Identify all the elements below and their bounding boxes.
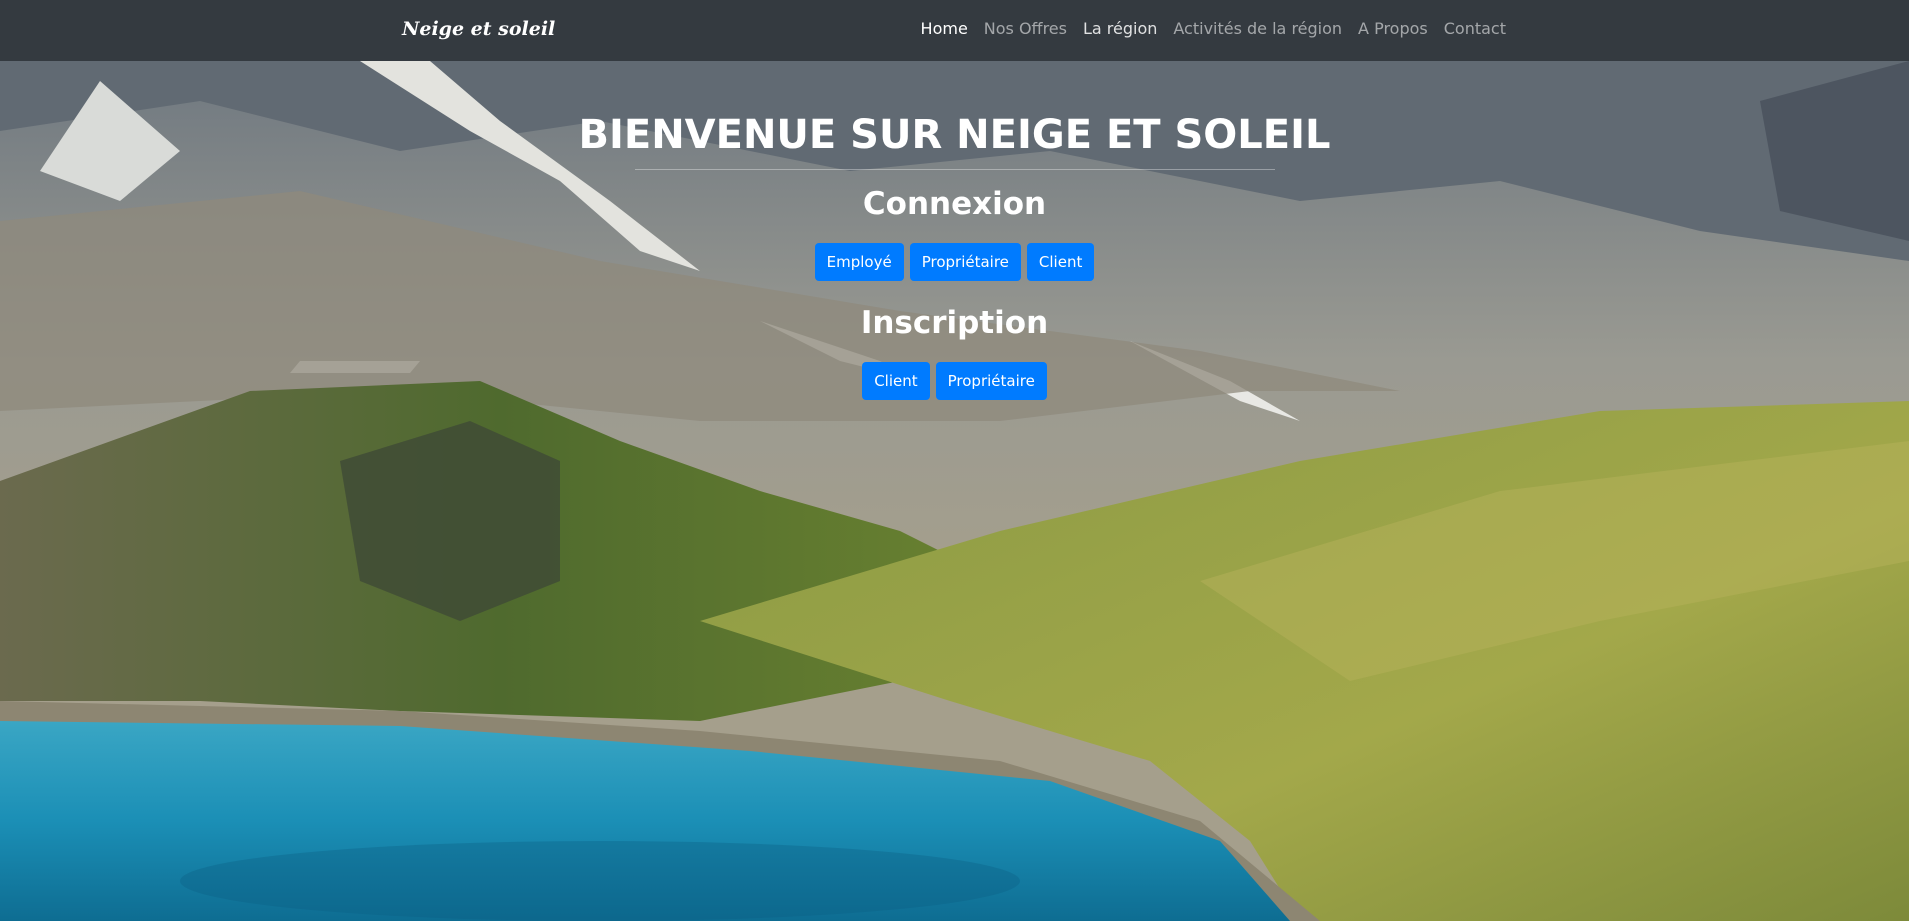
login-employe-button[interactable]: Employé xyxy=(814,243,904,281)
title-divider xyxy=(634,169,1275,170)
nav-link-la-region[interactable]: La région xyxy=(1083,19,1157,38)
register-proprietaire-button[interactable]: Propriétaire xyxy=(935,362,1047,400)
connexion-buttons: Employé Propriétaire Client xyxy=(0,243,1909,281)
connexion-heading: Connexion xyxy=(862,186,1047,222)
nav-menu: Home Nos Offres La région Activités de l… xyxy=(921,17,1506,41)
navbar: Neige et soleil Home Nos Offres La régio… xyxy=(0,0,1909,61)
inscription-buttons: Client Propriétaire xyxy=(0,362,1909,400)
nav-link-a-propos[interactable]: A Propos xyxy=(1358,19,1428,38)
login-client-button[interactable]: Client xyxy=(1026,243,1095,281)
brand-logo[interactable]: Neige et soleil xyxy=(402,14,555,44)
register-client-button[interactable]: Client xyxy=(862,362,930,400)
nav-link-nos-offres[interactable]: Nos Offres xyxy=(984,19,1067,38)
nav-link-contact[interactable]: Contact xyxy=(1444,19,1506,38)
hero-content: BIENVENUE SUR NEIGE ET SOLEIL Connexion … xyxy=(0,61,1909,400)
login-proprietaire-button[interactable]: Propriétaire xyxy=(909,243,1021,281)
nav-link-activites[interactable]: Activités de la région xyxy=(1173,19,1342,38)
page-title: BIENVENUE SUR NEIGE ET SOLEIL xyxy=(578,112,1331,158)
inscription-heading: Inscription xyxy=(860,305,1049,341)
nav-link-home[interactable]: Home xyxy=(921,19,968,38)
